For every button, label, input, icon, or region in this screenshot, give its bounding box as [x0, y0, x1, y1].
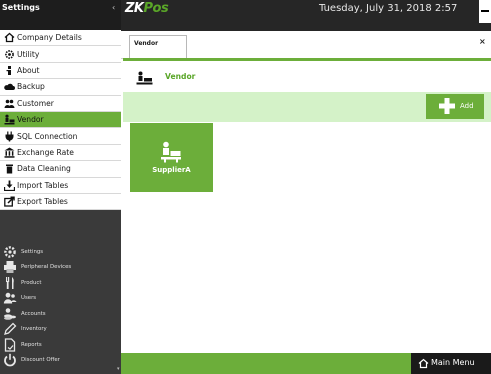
sidebar-item-company-details[interactable]: Company Details [0, 30, 121, 47]
nav-item-label: Inventory [21, 326, 47, 333]
sidebar-item-label: Customer [17, 98, 54, 108]
cloud-icon [4, 81, 15, 92]
vendor-card-label: SupplierA [152, 166, 191, 174]
sidebar-item-label: Utility [17, 49, 40, 59]
sidebar-item-sql-connection[interactable]: SQL Connection [0, 128, 121, 145]
report-icon [3, 338, 17, 352]
collapse-sidebar-icon[interactable]: ‹ [112, 3, 115, 12]
sidebar-item-utility[interactable]: Utility [0, 46, 121, 63]
logo-pos: Pos [143, 1, 169, 16]
nav-item-label: Product [21, 279, 42, 286]
sidebar-item-label: Company Details [17, 33, 82, 43]
coins-icon [3, 307, 17, 321]
nav-item-discount-offer[interactable]: Discount Offer [0, 353, 121, 369]
page-title: Vendor [165, 72, 196, 81]
import-icon [4, 180, 15, 191]
sidebar-item-vendor[interactable]: Vendor [0, 111, 121, 129]
settings-list: Company Details Utility About Backup Cus… [0, 30, 121, 211]
sidebar-item-data-cleaning[interactable]: Data Cleaning [0, 161, 121, 178]
nav-item-settings[interactable]: Settings [0, 244, 121, 260]
vendor-icon [4, 114, 15, 125]
nav-item-label: Accounts [21, 310, 46, 317]
sidebar-item-label: About [17, 65, 40, 75]
nav-item-peripheral-devices[interactable]: Peripheral Devices [0, 260, 121, 276]
sidebar-item-backup[interactable]: Backup [0, 79, 121, 96]
nav-item-label: Discount Offer [21, 357, 60, 364]
sidebar-scroll-down-icon[interactable]: ▾ [117, 366, 120, 372]
tab-vendor[interactable]: Vendor [129, 35, 187, 59]
plug-icon [4, 131, 15, 142]
sidebar-item-exchange-rate[interactable]: Exchange Rate [0, 144, 121, 162]
export-icon [4, 196, 15, 207]
main-menu-button[interactable]: Main Menu [411, 353, 491, 374]
nav-item-label: Reports [21, 341, 42, 348]
sidebar-item-about[interactable]: About [0, 62, 121, 80]
nav-item-label: Settings [21, 248, 44, 255]
power-icon [3, 353, 17, 367]
tab-strip: Vendor × [121, 31, 491, 59]
vendor-grid: SupplierA [121, 122, 491, 353]
add-vendor-button[interactable]: Add [426, 94, 484, 119]
home-icon [418, 358, 429, 369]
sidebar-item-label: SQL Connection [17, 131, 78, 141]
nav-item-product[interactable]: Product [0, 275, 121, 291]
vendor-title-icon [136, 71, 153, 85]
plus-icon [439, 98, 455, 114]
customers-icon [4, 98, 15, 109]
sidebar: Settings ‹ Company Details Utility About… [0, 0, 121, 374]
vendor-card-icon [161, 141, 181, 163]
nav-item-inventory[interactable]: Inventory [0, 322, 121, 338]
app-window: Settings ‹ Company Details Utility About… [0, 0, 491, 374]
main-menu-label: Main Menu [431, 358, 475, 367]
pencil-icon [3, 322, 17, 336]
sidebar-item-label: Data Cleaning [17, 164, 71, 174]
users-icon [3, 291, 17, 305]
printer-icon [3, 260, 17, 274]
main-content: Vendor × Vendor Add SupplierA [121, 31, 491, 353]
nav-item-accounts[interactable]: Accounts [0, 306, 121, 322]
bottom-bar: Main Menu [121, 353, 491, 374]
add-button-label: Add [460, 102, 474, 110]
app-logo: ZKPos [125, 1, 169, 16]
sidebar-title: Settings [2, 3, 40, 12]
cutlery-icon [3, 276, 17, 290]
sidebar-item-label: Vendor [17, 115, 44, 125]
sidebar-item-label: Backup [17, 82, 45, 92]
home-icon [4, 32, 15, 43]
minimize-icon [481, 10, 489, 12]
gear-icon [4, 49, 15, 60]
bank-icon [4, 147, 15, 158]
info-icon [4, 65, 15, 76]
logo-zk: ZK [125, 1, 144, 16]
tab-label: Vendor [134, 40, 159, 47]
settings-gear-icon [3, 245, 17, 259]
date-time-display: Tuesday, July 31, 2018 2:57 [319, 3, 458, 14]
sidebar-item-label: Exchange Rate [17, 147, 74, 157]
top-bar: ZKPos Tuesday, July 31, 2018 2:57 [121, 0, 491, 31]
nav-item-label: Peripheral Devices [21, 264, 72, 271]
sidebar-item-customer[interactable]: Customer [0, 95, 121, 112]
trash-icon [4, 163, 15, 174]
sidebar-item-label: Export Tables [17, 197, 68, 207]
sidebar-header: Settings ‹ [0, 0, 121, 30]
nav-item-reports[interactable]: Reports [0, 337, 121, 353]
close-tab-icon[interactable]: × [479, 37, 486, 46]
minimize-button[interactable] [479, 0, 491, 23]
main-nav-list: Settings Peripheral Devices Product User… [0, 244, 121, 368]
sidebar-item-import-tables[interactable]: Import Tables [0, 177, 121, 194]
sidebar-item-export-tables[interactable]: Export Tables [0, 193, 121, 211]
sidebar-item-label: Import Tables [17, 180, 69, 190]
nav-item-label: Users [21, 295, 37, 302]
nav-item-users[interactable]: Users [0, 291, 121, 307]
vendor-card[interactable]: SupplierA [130, 123, 213, 192]
